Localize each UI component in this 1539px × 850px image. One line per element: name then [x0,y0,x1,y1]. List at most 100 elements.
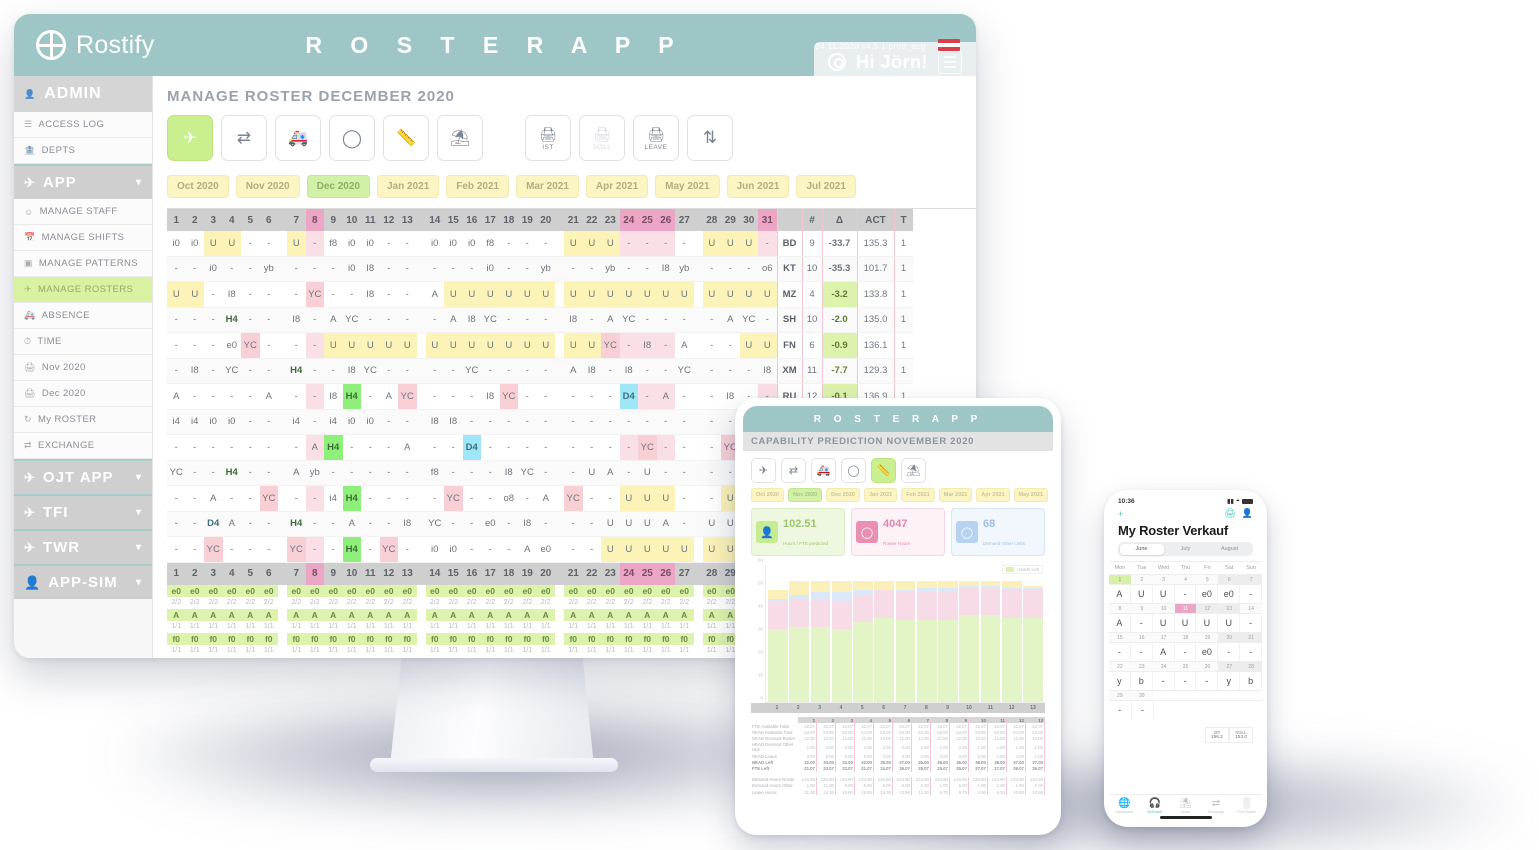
roster-cell[interactable]: - [287,332,306,359]
roster-cell[interactable]: - [241,460,260,486]
month-chip[interactable]: Jun 2021 [726,175,790,198]
stat-card-hours-per-fte[interactable]: 👤 102.51 Hours / FTE predicted [751,508,845,556]
roster-cell[interactable]: YC [619,307,638,333]
roster-cell[interactable]: - [185,485,204,512]
roster-cell[interactable]: U [758,332,777,359]
roster-cell[interactable]: I8 [499,460,518,486]
phone-calendar[interactable]: Mon Tue Wed Thu Fri Sat Sun 1 2 3 4 5 6 7 A U U - e0 e0-8 9 1… [1109,561,1262,719]
roster-cell[interactable]: - [518,485,537,512]
calendar-day-number[interactable]: 19 [1196,633,1219,642]
roster-cell[interactable]: - [361,485,380,512]
roster-cell[interactable]: - [481,358,500,384]
roster-cell[interactable]: - [675,231,694,257]
roster-cell[interactable]: - [481,485,500,512]
roster-cell[interactable]: - [259,281,278,308]
calendar-day-number[interactable] [1196,691,1218,700]
calendar-shift-code[interactable] [1154,701,1176,719]
roster-cell[interactable]: - [167,358,186,384]
roster-cell[interactable]: i0 [204,409,223,435]
roster-cell[interactable]: - [305,332,324,359]
roster-cell[interactable]: - [619,409,638,435]
table-row[interactable]: - I8- YC - - H4- - I8 YC - - - - YC - - - - A I8- I8- - YC - - - I… [167,358,913,384]
month-chip[interactable]: Dec 2020 [306,175,370,198]
roster-cell[interactable]: - [619,332,638,359]
roster-cell[interactable]: I8 [185,358,204,384]
roster-cell[interactable]: - [398,358,417,384]
roster-cell[interactable]: - [444,511,463,537]
add-icon[interactable]: + [1118,509,1123,519]
calendar-shift-code[interactable]: - [1153,672,1175,690]
roster-cell[interactable]: - [582,434,601,461]
sidebar-item-time[interactable]: ⏱ TIME [14,329,152,355]
roster-cell[interactable]: YC [425,511,444,537]
roster-cell[interactable]: YC [739,307,758,333]
roster-cell[interactable]: - [499,231,518,257]
roster-cell[interactable]: - [361,511,380,537]
roster-cell[interactable]: - [185,460,204,486]
roster-cell[interactable]: U [167,281,186,308]
sidebar-item-manage-patterns[interactable]: ▣ MANAGE PATTERNS [14,251,152,277]
roster-cell[interactable]: e0 [222,332,241,359]
calendar-day-number[interactable]: 30 [1130,691,1153,700]
roster-cell[interactable]: A [324,307,343,333]
sidebar-item-print-dec-2020[interactable]: 🖨 Dec 2020 [14,381,152,407]
roster-cell[interactable]: - [259,307,278,333]
calendar-day-number[interactable]: 21 [1240,633,1262,642]
roster-cell[interactable]: - [656,434,675,461]
roster-cell[interactable]: i0 [425,231,444,257]
calendar-shift-code[interactable]: U [1131,585,1153,603]
roster-cell[interactable]: - [564,383,583,410]
day-header[interactable]: 18 [499,562,518,585]
roster-cell[interactable]: A [601,460,620,486]
roster-cell[interactable]: U [739,281,758,308]
day-header[interactable]: 20 [536,209,555,231]
month-chip[interactable]: Nov 2020 [235,175,300,198]
roster-cell[interactable]: U [702,281,721,308]
chart-bar[interactable] [916,565,937,702]
day-header[interactable]: 7 [287,562,306,585]
day-header[interactable]: 20 [536,562,555,585]
roster-cell[interactable]: i0 [204,256,223,282]
roster-cell[interactable]: - [444,460,463,486]
roster-cell[interactable]: - [499,434,518,461]
roster-cell[interactable]: I8 [398,511,417,537]
roster-cell[interactable]: U [582,281,601,308]
day-header[interactable]: 21 [564,562,583,585]
month-chip[interactable]: Jan 2021 [377,175,440,198]
roster-cell[interactable]: U [564,281,583,308]
roster-cell[interactable]: U [582,332,601,359]
roster-cell[interactable]: - [739,256,758,282]
calendar-day-number[interactable]: 28 [1240,662,1262,671]
day-header[interactable]: 4 [222,562,241,585]
month-chip[interactable]: Jul 2021 [796,175,856,198]
roster-cell[interactable]: - [398,231,417,257]
roster-cell[interactable]: A [287,460,306,486]
roster-cell[interactable]: YC [222,358,241,384]
roster-cell[interactable]: - [536,307,555,333]
roster-cell[interactable]: - [425,256,444,282]
day-header[interactable]: 27 [675,562,694,585]
day-header[interactable]: 1 [167,562,186,585]
chart-bar[interactable] [938,565,958,702]
roster-cell[interactable]: I8 [582,358,601,384]
roster-cell[interactable]: A [222,511,241,537]
calendar-day-number[interactable]: 9 [1130,604,1153,613]
roster-cell[interactable]: U [361,332,380,359]
roster-cell[interactable]: I8 [758,358,777,384]
roster-cell[interactable]: - [702,256,721,282]
sidebar-item-access-log[interactable]: ☰ ACCESS LOG [14,112,152,138]
calendar-day-number[interactable] [1240,691,1262,700]
roster-cell[interactable]: - [462,536,481,563]
roster-cell[interactable]: - [444,383,463,410]
roster-cell[interactable]: - [619,434,638,461]
roster-cell[interactable]: - [462,460,481,486]
print-icon[interactable]: 🖨 [1224,508,1235,519]
roster-cell[interactable]: I8 [287,307,306,333]
roster-cell[interactable]: - [425,358,444,384]
roster-cell[interactable]: - [425,307,444,333]
roster-cell[interactable]: YC [379,536,398,563]
print-leave-button[interactable]: 🖨 LEAVE [633,115,679,161]
day-header[interactable]: 9 [324,562,343,585]
sidebar-item-exchange[interactable]: ⇄ EXCHANGE [14,433,152,459]
calendar-shift-code[interactable]: U [1196,614,1219,632]
